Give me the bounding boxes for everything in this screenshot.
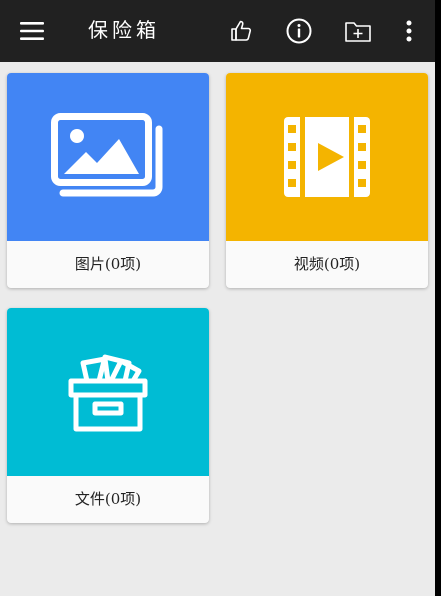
pictures-card[interactable]: 图片(0项) [7, 73, 209, 288]
thumbs-up-icon [231, 20, 252, 41]
videos-card-tile [226, 73, 428, 241]
more-options-button[interactable] [394, 0, 424, 62]
add-folder-icon [345, 22, 371, 42]
menu-button[interactable] [10, 0, 54, 62]
menu-icon [20, 22, 44, 40]
files-card[interactable]: 文件(0项) [7, 308, 209, 523]
image-gallery-icon [51, 113, 163, 197]
archive-box-icon [68, 354, 148, 432]
vault-screen: 保险箱 图片(0项) 视频(0项) 文件(0项) [0, 0, 435, 596]
pictures-card-label: 图片(0项) [74, 255, 142, 273]
app-bar: 保险箱 [0, 0, 435, 62]
videos-card[interactable]: 视频(0项) [226, 73, 428, 288]
video-film-icon [284, 117, 370, 197]
files-card-label: 文件(0项) [74, 490, 142, 508]
page-title: 保险箱 [88, 18, 160, 42]
more-vert-icon [406, 20, 412, 42]
videos-card-label: 视频(0项) [293, 255, 361, 273]
info-icon [286, 18, 312, 44]
files-card-tile [7, 308, 209, 476]
pictures-card-tile [7, 73, 209, 241]
add-folder-button[interactable] [336, 0, 380, 62]
like-button[interactable] [220, 0, 264, 62]
info-button[interactable] [277, 0, 321, 62]
